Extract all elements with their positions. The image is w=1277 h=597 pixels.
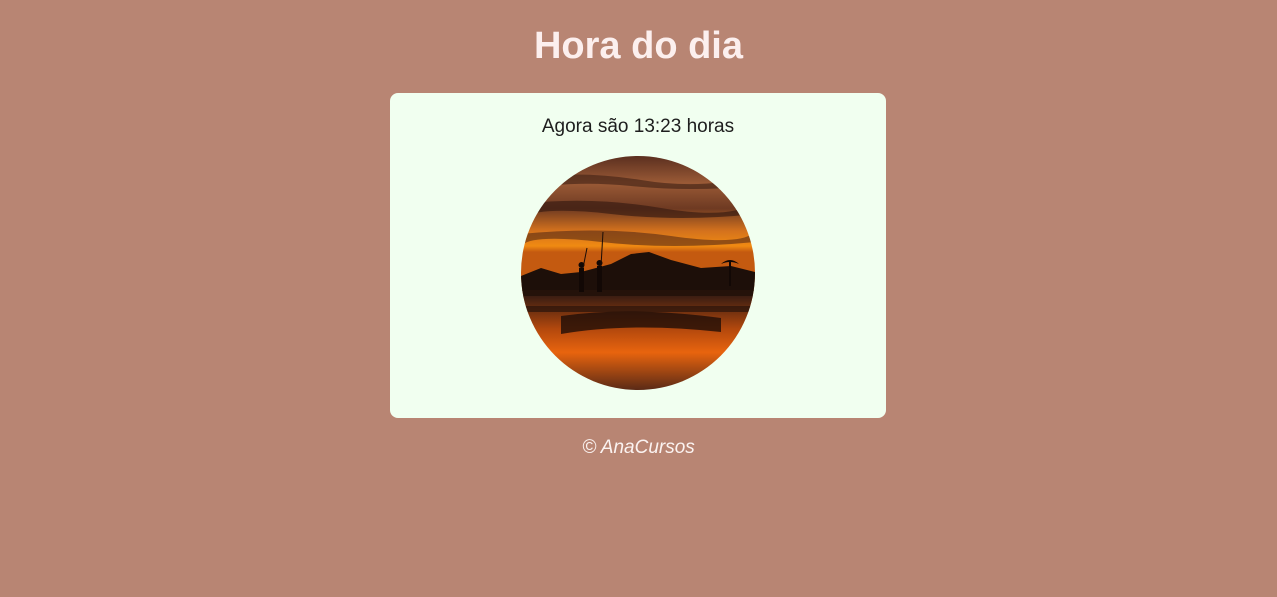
current-time-message: Agora são 13:23 horas [541, 116, 735, 137]
sunset-illustration [521, 156, 755, 390]
sunset-photo [521, 156, 755, 390]
time-card: Agora são 13:23 horas [390, 93, 886, 418]
footer-copyright: © AnaCursos [582, 437, 695, 458]
page-title: Hora do dia [533, 25, 744, 67]
